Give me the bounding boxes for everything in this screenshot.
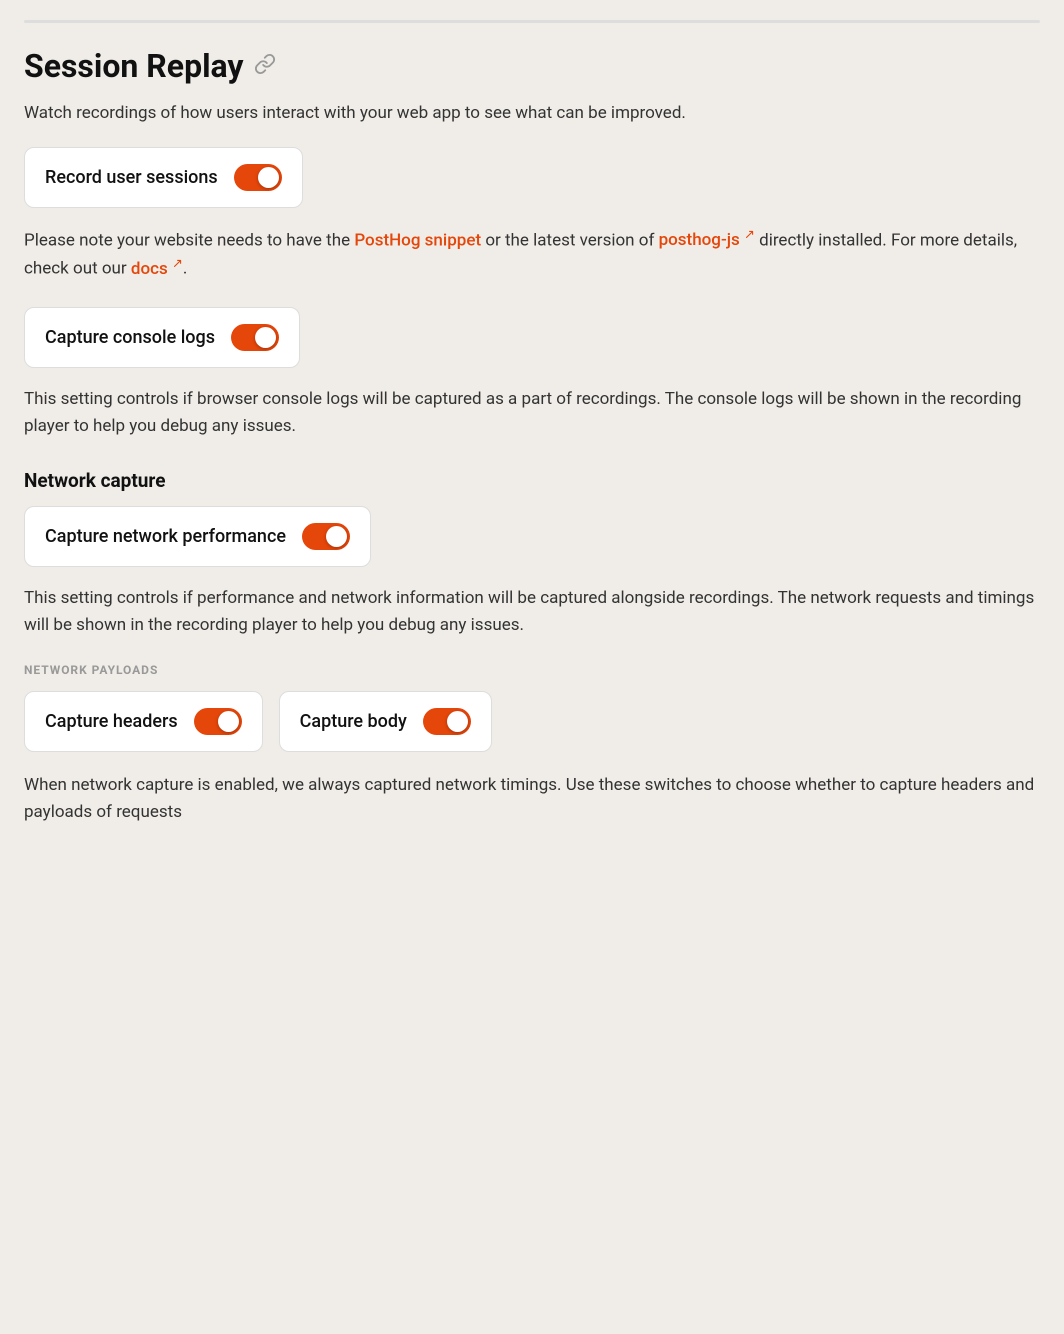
console-description: This setting controls if browser console… [24,386,1040,440]
toggle-thumb [258,167,279,188]
network-payloads-label: NETWORK PAYLOADS [24,663,1040,677]
toggle-track-body [423,708,471,735]
page-container: Session Replay Watch recordings of how u… [24,20,1040,826]
capture-network-card: Capture network performance [24,506,371,567]
posthog-js-link[interactable]: posthog-js ↗ [659,230,755,250]
capture-body-label: Capture body [300,711,407,732]
network-performance-description: This setting controls if performance and… [24,585,1040,639]
capture-headers-card: Capture headers [24,691,263,752]
capture-body-card: Capture body [279,691,492,752]
capture-headers-label: Capture headers [45,711,178,732]
network-capture-heading: Network capture [24,469,1040,492]
docs-external-icon: ↗ [172,256,183,271]
toggle-track-network [302,523,350,550]
top-divider [24,20,1040,23]
page-description: Watch recordings of how users interact w… [24,101,1040,127]
page-title: Session Replay [24,47,244,85]
capture-headers-toggle[interactable] [194,708,242,735]
toggle-track [234,164,282,191]
toggle-thumb-body [447,711,468,732]
bottom-description: When network capture is enabled, we alwa… [24,772,1040,826]
record-sessions-card: Record user sessions [24,147,303,208]
record-sessions-label: Record user sessions [45,167,218,188]
capture-console-label: Capture console logs [45,327,215,348]
capture-network-toggle[interactable] [302,523,350,550]
capture-console-toggle[interactable] [231,324,279,351]
toggle-track-headers [194,708,242,735]
toggle-thumb-console [255,327,276,348]
docs-link[interactable]: docs ↗ [131,259,183,279]
capture-network-label: Capture network performance [45,526,286,547]
payloads-row: Capture headers Capture body [24,691,1040,752]
link-icon[interactable] [254,53,276,80]
header-row: Session Replay [24,47,1040,85]
network-section: Network capture Capture network performa… [24,469,1040,827]
toggle-track-console [231,324,279,351]
capture-body-toggle[interactable] [423,708,471,735]
external-link-icon: ↗ [744,228,755,243]
posthog-snippet-link[interactable]: PostHog snippet [354,230,481,250]
record-sessions-toggle[interactable] [234,164,282,191]
snippet-note: Please note your website needs to have t… [24,226,1040,284]
toggle-thumb-headers [218,711,239,732]
toggle-thumb-network [326,526,347,547]
capture-console-card: Capture console logs [24,307,300,368]
